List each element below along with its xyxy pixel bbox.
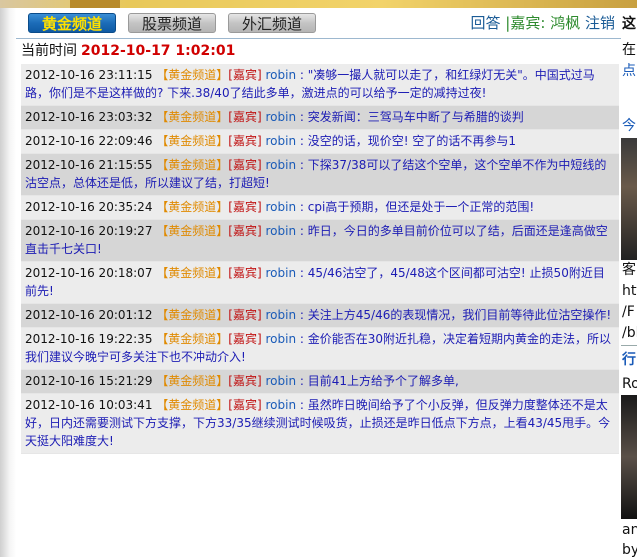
message-channel-tag: 【黄金频道】 — [156, 110, 229, 124]
message-row: 2012-10-16 23:03:32 【黄金频道】[嘉宾] robin : 突… — [21, 106, 619, 130]
message-username[interactable]: robin — [266, 398, 297, 412]
right-fragment-text: an — [622, 522, 637, 538]
right-fragment-text: 今 — [622, 118, 636, 134]
message-timestamp: 2012-10-16 20:01:12 — [25, 308, 153, 322]
message-channel-tag: 【黄金频道】 — [156, 332, 229, 346]
message-guest-tag: [嘉宾] — [228, 266, 262, 280]
message-username[interactable]: robin — [266, 158, 297, 172]
message-channel-tag: 【黄金频道】 — [156, 134, 229, 148]
right-fragment-text[interactable]: htt — [622, 283, 637, 299]
message-channel-tag: 【黄金频道】 — [156, 200, 229, 214]
message-timestamp: 2012-10-16 20:19:27 — [25, 224, 153, 238]
message-channel-tag: 【黄金频道】 — [156, 224, 229, 238]
guest-label: |嘉宾: — [505, 14, 546, 32]
message-channel-tag: 【黄金频道】 — [156, 374, 229, 388]
message-guest-tag: [嘉宾] — [228, 134, 262, 148]
message-guest-tag: [嘉宾] — [228, 332, 262, 346]
tab-gold-channel[interactable]: 黄金频道 — [28, 13, 116, 33]
message-timestamp: 2012-10-16 10:03:41 — [25, 398, 153, 412]
message-username[interactable]: robin — [266, 200, 297, 214]
thumbnail-image[interactable] — [621, 138, 637, 260]
guest-name: 鸿枫 — [550, 14, 581, 32]
message-username[interactable]: robin — [266, 308, 297, 322]
message-timestamp: 2012-10-16 23:11:15 — [25, 68, 153, 82]
right-side-panel-clipped: 这 在 点 今 客 htt /F /bl 行 Ro an by — [621, 8, 637, 557]
top-links: 回答 |嘉宾: 鸿枫 注销 — [471, 13, 616, 33]
message-timestamp: 2012-10-16 23:03:32 — [25, 110, 153, 124]
message-guest-tag: [嘉宾] — [228, 224, 262, 238]
message-timestamp: 2012-10-16 20:18:07 — [25, 266, 153, 280]
message-text: : 没空的话，现价空! 空了的话不再参与1 — [299, 134, 517, 148]
message-guest-tag: [嘉宾] — [228, 374, 262, 388]
message-timestamp: 2012-10-16 15:21:29 — [25, 374, 153, 388]
message-text: : 目前41上方给予个了解多单, — [299, 374, 459, 388]
message-text: : 突发新闻：三驾马车中断了与希腊的谈判 — [299, 110, 524, 124]
left-page-border — [0, 8, 16, 557]
divider — [621, 345, 637, 346]
message-text: : cpi高于预期，但还是处于一个正常的范围! — [299, 200, 535, 214]
live-commentary-panel: 黄金频道 股票频道 外汇频道 回答 |嘉宾: 鸿枫 注销 当前时间 2012-10… — [16, 8, 622, 557]
message-timestamp: 2012-10-16 20:35:24 — [25, 200, 153, 214]
message-timestamp: 2012-10-16 19:22:35 — [25, 332, 153, 346]
right-fragment-text: 点 — [622, 63, 636, 79]
message-username[interactable]: robin — [266, 68, 297, 82]
right-fragment-text: 行 — [622, 352, 636, 368]
right-fragment-text: by — [622, 542, 637, 557]
right-fragment-text: 在 — [622, 42, 636, 58]
right-fragment-text: 这 — [622, 16, 636, 32]
message-row: 2012-10-16 20:18:07 【黄金频道】[嘉宾] robin : 4… — [21, 262, 619, 304]
message-list: 2012-10-16 23:11:15 【黄金频道】[嘉宾] robin : "… — [21, 64, 619, 454]
message-guest-tag: [嘉宾] — [228, 110, 262, 124]
message-guest-tag: [嘉宾] — [228, 200, 262, 214]
message-guest-tag: [嘉宾] — [228, 68, 262, 82]
channel-tab-bar: 黄金频道 股票频道 外汇频道 回答 |嘉宾: 鸿枫 注销 — [16, 8, 621, 39]
logout-link[interactable]: 注销 — [585, 14, 615, 32]
message-row: 2012-10-16 20:35:24 【黄金频道】[嘉宾] robin : c… — [21, 196, 619, 220]
message-row: 2012-10-16 19:22:35 【黄金频道】[嘉宾] robin : 金… — [21, 328, 619, 370]
app-frame: 黄金频道 股票频道 外汇频道 回答 |嘉宾: 鸿枫 注销 当前时间 2012-10… — [0, 0, 637, 557]
right-fragment-text: Ro — [622, 376, 637, 392]
thumbnail-image[interactable] — [621, 395, 637, 519]
tab-stock-channel[interactable]: 股票频道 — [128, 13, 216, 33]
message-username[interactable]: robin — [266, 374, 297, 388]
message-username[interactable]: robin — [266, 110, 297, 124]
current-time-value: 2012-10-17 1:02:01 — [81, 43, 236, 59]
message-guest-tag: [嘉宾] — [228, 398, 262, 412]
message-timestamp: 2012-10-16 21:15:55 — [25, 158, 153, 172]
message-username[interactable]: robin — [266, 134, 297, 148]
message-guest-tag: [嘉宾] — [228, 308, 262, 322]
current-time-label: 当前时间 — [21, 43, 77, 59]
message-row: 2012-10-16 21:15:55 【黄金频道】[嘉宾] robin : 下… — [21, 154, 619, 196]
message-row: 2012-10-16 20:19:27 【黄金频道】[嘉宾] robin : 昨… — [21, 220, 619, 262]
message-guest-tag: [嘉宾] — [228, 158, 262, 172]
message-channel-tag: 【黄金频道】 — [156, 308, 229, 322]
message-row: 2012-10-16 23:11:15 【黄金频道】[嘉宾] robin : "… — [21, 64, 619, 106]
message-channel-tag: 【黄金频道】 — [156, 266, 229, 280]
message-row: 2012-10-16 20:01:12 【黄金频道】[嘉宾] robin : 关… — [21, 304, 619, 328]
right-fragment-text: 客 — [622, 262, 636, 278]
message-timestamp: 2012-10-16 22:09:46 — [25, 134, 153, 148]
message-channel-tag: 【黄金频道】 — [156, 398, 229, 412]
message-channel-tag: 【黄金频道】 — [156, 158, 229, 172]
message-row: 2012-10-16 22:09:46 【黄金频道】[嘉宾] robin : 没… — [21, 130, 619, 154]
tab-forex-channel[interactable]: 外汇频道 — [228, 13, 316, 33]
current-time-row: 当前时间 2012-10-17 1:02:01 — [21, 42, 235, 60]
top-banner-strip — [0, 0, 637, 8]
message-username[interactable]: robin — [266, 224, 297, 238]
message-row: 2012-10-16 15:21:29 【黄金频道】[嘉宾] robin : 目… — [21, 370, 619, 394]
right-fragment-text[interactable]: /F — [622, 304, 635, 320]
right-fragment-text[interactable]: /bl — [622, 325, 637, 341]
message-row: 2012-10-16 10:03:41 【黄金频道】[嘉宾] robin : 虽… — [21, 394, 619, 454]
message-username[interactable]: robin — [266, 332, 297, 346]
answer-link[interactable]: 回答 — [471, 14, 501, 32]
message-text: : 关注上方45/46的表现情况，我们目前等待此位沽空操作! — [299, 308, 612, 322]
message-channel-tag: 【黄金频道】 — [156, 68, 229, 82]
message-username[interactable]: robin — [266, 266, 297, 280]
